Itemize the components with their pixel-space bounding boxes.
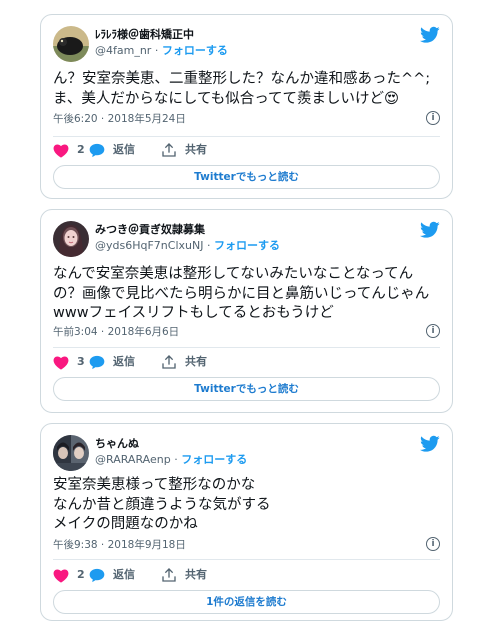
twitter-bird-icon[interactable] bbox=[420, 435, 440, 453]
share-label: 共有 bbox=[185, 568, 207, 581]
follow-button[interactable]: フォローする bbox=[214, 239, 280, 252]
share-button[interactable]: 共有 bbox=[161, 567, 207, 583]
reply-label: 返信 bbox=[113, 143, 135, 156]
avatar[interactable] bbox=[53, 26, 89, 62]
tweet-text: 安室奈美恵様って整形なのかな なんか昔と顔違うような気がする メイクの問題なのか… bbox=[53, 477, 271, 532]
share-button[interactable]: 共有 bbox=[161, 142, 207, 158]
reply-button[interactable]: 返信 bbox=[89, 354, 135, 370]
like-button[interactable]: 2 bbox=[53, 567, 85, 583]
heart-icon bbox=[53, 143, 69, 158]
like-count: 2 bbox=[77, 568, 85, 581]
share-upload-icon bbox=[162, 355, 176, 369]
heart-icon bbox=[53, 355, 69, 370]
tweet-meta: 午後6:20 · 2018年5月24日 bbox=[53, 111, 440, 126]
tweet-meta: 午前3:04 · 2018年6月6日 bbox=[53, 324, 440, 339]
tweet-header: ちゃんぬ @RARARAenp · フォローする bbox=[53, 435, 440, 471]
info-icon[interactable] bbox=[426, 111, 440, 125]
tweet-actions: 2 返信 共有 bbox=[53, 567, 440, 585]
tweet-card: ﾚﾗﾚﾗ様＠歯科矯正中 @4fam_nr · フォローする ん？安室奈美恵、二重… bbox=[40, 14, 453, 199]
heart-icon bbox=[53, 568, 69, 583]
share-upload-icon bbox=[162, 568, 176, 582]
tweet-text: なんで安室奈美恵は整形してないみたいなことなってんの？画像で見比べたら明らかに目… bbox=[53, 266, 430, 321]
separator-dot: · bbox=[206, 239, 214, 252]
like-button[interactable]: 2 bbox=[53, 142, 85, 158]
share-button[interactable]: 共有 bbox=[161, 354, 207, 370]
divider bbox=[53, 559, 440, 560]
share-upload-icon bbox=[162, 143, 176, 157]
read-more-button[interactable]: Twitterでもっと読む bbox=[53, 165, 440, 189]
user-handle[interactable]: @yds6HqF7nClxuNJ bbox=[95, 239, 203, 252]
like-button[interactable]: 3 bbox=[53, 354, 85, 370]
tweet-header: ﾚﾗﾚﾗ様＠歯科矯正中 @4fam_nr · フォローする bbox=[53, 26, 440, 62]
user-handle[interactable]: @4fam_nr bbox=[95, 44, 151, 57]
heart-eyes-emoji: 😍 bbox=[384, 90, 400, 107]
like-count: 3 bbox=[77, 355, 85, 368]
speech-bubble-icon bbox=[89, 143, 105, 157]
speech-bubble-icon bbox=[89, 355, 105, 369]
tweet-header: みつき＠貢ぎ奴隷募集 @yds6HqF7nClxuNJ · フォローする bbox=[53, 221, 440, 257]
tweet-meta: 午後9:38 · 2018年9月18日 bbox=[53, 537, 440, 552]
tweet-actions: 3 返信 共有 bbox=[53, 354, 440, 372]
tweet-card: みつき＠貢ぎ奴隷募集 @yds6HqF7nClxuNJ · フォローする なんで… bbox=[40, 209, 453, 413]
reply-label: 返信 bbox=[113, 568, 135, 581]
read-replies-button[interactable]: 1件の返信を読む bbox=[53, 590, 440, 614]
info-icon[interactable] bbox=[426, 537, 440, 551]
display-name[interactable]: ﾚﾗﾚﾗ様＠歯科矯正中 bbox=[95, 27, 228, 42]
timestamp[interactable]: 午後9:38 · 2018年9月18日 bbox=[53, 539, 186, 551]
tweet-actions: 2 返信 共有 bbox=[53, 142, 440, 160]
avatar[interactable] bbox=[53, 221, 89, 257]
twitter-bird-icon[interactable] bbox=[420, 221, 440, 239]
display-name[interactable]: みつき＠貢ぎ奴隷募集 bbox=[95, 222, 280, 237]
speech-bubble-icon bbox=[89, 568, 105, 582]
read-more-button[interactable]: Twitterでもっと読む bbox=[53, 377, 440, 401]
avatar[interactable] bbox=[53, 435, 89, 471]
divider bbox=[53, 347, 440, 348]
reply-button[interactable]: 返信 bbox=[89, 142, 135, 158]
timestamp[interactable]: 午前3:04 · 2018年6月6日 bbox=[53, 326, 179, 338]
like-count: 2 bbox=[77, 143, 85, 156]
follow-button[interactable]: フォローする bbox=[162, 44, 228, 57]
reply-label: 返信 bbox=[113, 355, 135, 368]
share-label: 共有 bbox=[185, 355, 207, 368]
tweet-text: ん？安室奈美恵、二重整形した？なんか違和感あった^^; ま、美人だからなにしても… bbox=[53, 71, 431, 107]
twitter-bird-icon[interactable] bbox=[420, 26, 440, 44]
follow-button[interactable]: フォローする bbox=[181, 453, 247, 466]
tweet-card: ちゃんぬ @RARARAenp · フォローする 安室奈美恵様って整形なのかな … bbox=[40, 423, 453, 621]
timestamp[interactable]: 午後6:20 · 2018年5月24日 bbox=[53, 113, 186, 125]
share-label: 共有 bbox=[185, 143, 207, 156]
separator-dot: · bbox=[154, 44, 162, 57]
info-icon[interactable] bbox=[426, 324, 440, 338]
reply-button[interactable]: 返信 bbox=[89, 567, 135, 583]
user-handle[interactable]: @RARARAenp bbox=[95, 453, 171, 466]
display-name[interactable]: ちゃんぬ bbox=[95, 436, 247, 451]
divider bbox=[53, 136, 440, 137]
